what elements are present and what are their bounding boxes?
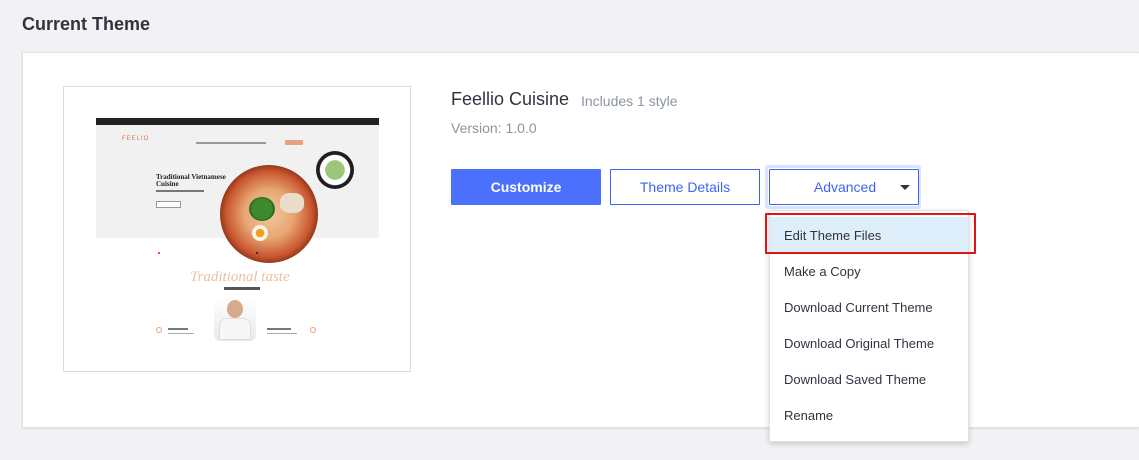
menu-item-download-original-theme[interactable]: Download Original Theme <box>770 325 968 361</box>
menu-item-make-a-copy[interactable]: Make a Copy <box>770 253 968 289</box>
preview-feature-text <box>168 333 194 334</box>
current-theme-card: FEELIO Traditional Vietnamese Cuisine Tr… <box>22 52 1139 442</box>
preview-script-text: Traditional taste <box>190 269 290 285</box>
highlight-box <box>765 213 976 254</box>
advanced-dropdown-button[interactable]: Advanced <box>769 169 919 205</box>
theme-preview-thumbnail[interactable]: FEELIO Traditional Vietnamese Cuisine Tr… <box>63 86 411 372</box>
preview-nav <box>196 142 266 144</box>
preview-dot <box>256 252 258 254</box>
preview-side-dish-image <box>316 151 354 189</box>
theme-details-button[interactable]: Theme Details <box>610 169 760 205</box>
preview-feature-text <box>168 328 188 330</box>
preview-dot <box>158 252 160 254</box>
preview-egg <box>252 225 268 241</box>
preview-feature-icon <box>310 327 316 333</box>
section-title: Current Theme <box>22 14 151 34</box>
preview-button <box>156 201 181 208</box>
preview-greens <box>249 197 275 221</box>
caret-down-icon <box>900 185 910 190</box>
preview-caption <box>224 287 260 290</box>
menu-item-download-current-theme[interactable]: Download Current Theme <box>770 289 968 325</box>
theme-name: Feellio Cuisine <box>451 89 570 109</box>
preview-headline: Traditional Vietnamese Cuisine <box>156 173 226 188</box>
preview-subtext <box>156 190 204 192</box>
preview-nav-button <box>285 140 303 145</box>
preview-feature-text <box>267 333 297 334</box>
preview-topbar <box>96 118 379 125</box>
advanced-button-label: Advanced <box>813 179 877 195</box>
preview-feature-text <box>267 328 291 330</box>
preview-chef-body <box>219 318 251 340</box>
preview-meat <box>280 193 304 213</box>
preview-chef-head <box>227 300 243 318</box>
preview-logo: FEELIO <box>122 136 150 142</box>
menu-item-rename[interactable]: Rename <box>770 397 968 433</box>
theme-styles-note: Includes 1 style <box>581 93 678 109</box>
theme-version: Version: 1.0.0 <box>451 120 537 136</box>
customize-button[interactable]: Customize <box>451 169 601 205</box>
menu-item-download-saved-theme[interactable]: Download Saved Theme <box>770 361 968 397</box>
preview-feature-icon <box>156 327 162 333</box>
